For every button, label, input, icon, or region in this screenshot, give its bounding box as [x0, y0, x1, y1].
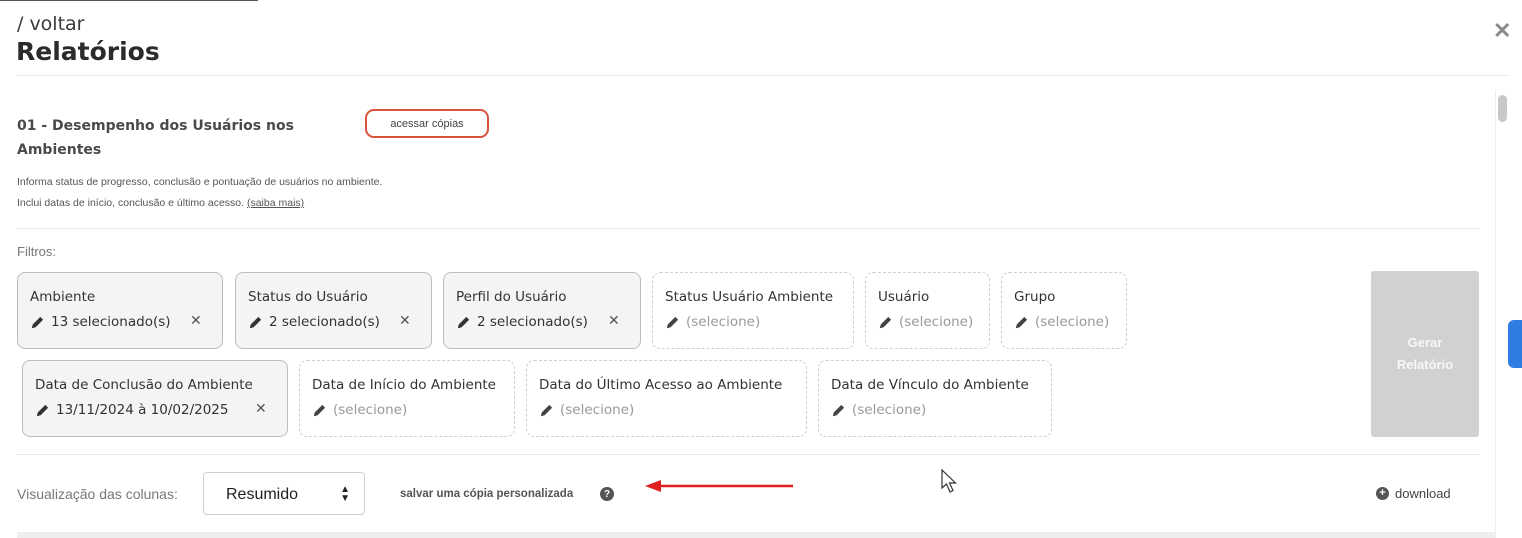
columns-view-label: Visualização das colunas: — [17, 486, 178, 502]
red-arrow-annotation-icon — [645, 480, 793, 492]
generate-report-line1: Gerar — [1407, 335, 1443, 350]
filter-label: Status Usuário Ambiente — [665, 289, 834, 305]
header-divider — [17, 75, 1509, 76]
select-arrows-icon: ▲ ▼ — [340, 484, 350, 504]
remove-filter-icon[interactable]: ✕ — [399, 313, 411, 329]
pencil-icon — [1014, 315, 1029, 330]
filter-label: Usuário — [878, 289, 930, 305]
pencil-icon — [456, 315, 471, 330]
pencil-icon — [831, 403, 846, 418]
mouse-cursor-icon — [941, 469, 957, 493]
filter-chip[interactable]: Data de Vínculo do Ambiente (selecione) — [818, 360, 1052, 437]
generate-report-button[interactable]: Gerar Relatório — [1371, 271, 1479, 437]
filters-label: Filtros: — [17, 244, 56, 259]
filter-chip[interactable]: Data do Último Acesso ao Ambiente (seleci… — [526, 360, 807, 437]
pencil-icon — [35, 403, 50, 418]
scrollbar-track[interactable] — [1495, 90, 1510, 538]
section-divider — [17, 228, 1479, 229]
filter-chip[interactable]: Status Usuário Ambiente (selecione) — [652, 272, 854, 349]
download-label: download — [1395, 486, 1451, 501]
filter-value-text: 13/11/2024 à 10/02/2025 — [56, 402, 229, 418]
columns-view-value: Resumido — [226, 486, 299, 503]
pencil-icon — [539, 403, 554, 418]
filter-chip[interactable]: Data de Conclusão do Ambiente 13/11/2024 … — [22, 360, 288, 437]
report-title-line2: Ambientes — [17, 142, 102, 158]
back-link[interactable]: / voltar — [17, 13, 85, 35]
filter-chip[interactable]: Usuário (selecione) — [865, 272, 990, 349]
page-title: Relatórios — [16, 37, 160, 66]
filter-value: (selecione) — [878, 314, 977, 330]
filter-value: 13 selecionado(s) — [30, 314, 210, 330]
pencil-icon — [312, 403, 327, 418]
filter-value-text: (selecione) — [560, 402, 635, 418]
filter-value: 2 selecionado(s) — [248, 314, 419, 330]
table-header-band — [17, 532, 1495, 538]
filter-value-text: (selecione) — [686, 314, 761, 330]
filter-value: 2 selecionado(s) — [456, 314, 628, 330]
window-top-line — [0, 0, 258, 1]
remove-filter-icon[interactable]: ✕ — [608, 313, 620, 329]
learn-more-link[interactable]: (saiba mais) — [247, 197, 304, 209]
pencil-icon — [878, 315, 893, 330]
report-title-line1: 01 - Desempenho dos Usuários nos — [17, 118, 294, 134]
filter-label: Ambiente — [30, 289, 96, 305]
filter-chip[interactable]: Grupo (selecione) — [1001, 272, 1127, 349]
report-title: 01 - Desempenho dos Usuários nos Ambient… — [17, 114, 317, 162]
filter-chip[interactable]: Ambiente 13 selecionado(s) ✕ — [17, 272, 223, 349]
report-description-line2: Inclui datas de início, conclusão e últi… — [17, 197, 304, 209]
filter-label: Perfil do Usuário — [456, 289, 567, 305]
filter-value-text: (selecione) — [333, 402, 408, 418]
download-button[interactable]: + download — [1376, 486, 1451, 501]
help-icon[interactable]: ? — [600, 487, 614, 501]
pencil-icon — [248, 315, 263, 330]
filter-chip[interactable]: Status do Usuário 2 selecionado(s) ✕ — [235, 272, 432, 349]
pencil-icon — [665, 315, 680, 330]
remove-filter-icon[interactable]: ✕ — [255, 401, 267, 417]
report-description-text: Inclui datas de início, conclusão e últi… — [17, 197, 245, 209]
filter-label: Status do Usuário — [248, 289, 368, 305]
filter-value: (selecione) — [539, 402, 794, 418]
filter-value: 13/11/2024 à 10/02/2025 — [35, 402, 275, 418]
filter-label: Data de Conclusão do Ambiente — [35, 377, 253, 393]
filter-value: (selecione) — [1014, 314, 1114, 330]
save-custom-copy-link[interactable]: salvar uma cópia personalizada — [400, 488, 573, 500]
remove-filter-icon[interactable]: ✕ — [190, 313, 202, 329]
access-copies-button[interactable]: acessar cópias — [365, 109, 489, 138]
close-icon[interactable]: ✕ — [1493, 20, 1511, 42]
filter-chip[interactable]: Perfil do Usuário 2 selecionado(s) ✕ — [443, 272, 641, 349]
filters-divider — [17, 454, 1479, 455]
filter-label: Data de Vínculo do Ambiente — [831, 377, 1029, 393]
filter-value-text: 2 selecionado(s) — [269, 314, 380, 330]
pencil-icon — [30, 315, 45, 330]
filter-value-text: 13 selecionado(s) — [51, 314, 171, 330]
filter-value-text: (selecione) — [1035, 314, 1110, 330]
filter-value-text: (selecione) — [899, 314, 974, 330]
scrollbar-thumb[interactable] — [1498, 95, 1507, 122]
filter-label: Grupo — [1014, 289, 1056, 305]
filter-value: (selecione) — [831, 402, 1039, 418]
filter-value: (selecione) — [312, 402, 502, 418]
filter-label: Data do Último Acesso ao Ambiente — [539, 377, 783, 393]
report-description-line1: Informa status de progresso, conclusão e… — [17, 176, 383, 188]
filter-value-text: 2 selecionado(s) — [477, 314, 588, 330]
filter-chip[interactable]: Data de Início do Ambiente (selecione) — [299, 360, 515, 437]
filter-value: (selecione) — [665, 314, 841, 330]
download-plus-icon: + — [1376, 487, 1389, 500]
columns-view-select[interactable]: Resumido ▲ ▼ — [203, 472, 365, 515]
filter-label: Data de Início do Ambiente — [312, 377, 496, 393]
filter-value-text: (selecione) — [852, 402, 927, 418]
side-help-tab[interactable] — [1508, 320, 1522, 368]
generate-report-line2: Relatório — [1396, 357, 1454, 372]
